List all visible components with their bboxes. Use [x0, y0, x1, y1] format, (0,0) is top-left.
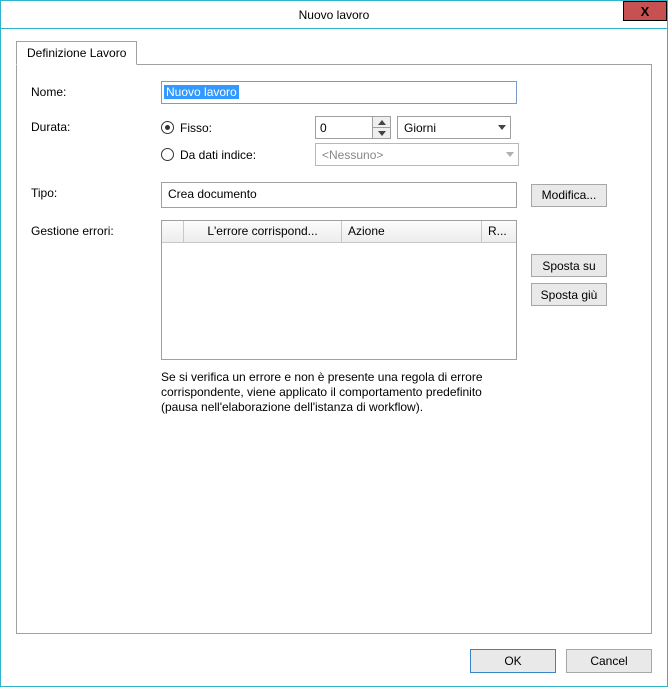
radio-index[interactable]	[161, 148, 174, 161]
move-up-button[interactable]: Sposta su	[531, 254, 607, 277]
type-label: Tipo:	[31, 182, 161, 200]
cancel-button[interactable]: Cancel	[566, 649, 652, 673]
dialog-footer: OK Cancel	[470, 649, 652, 673]
grid-body	[162, 243, 516, 359]
type-value: Crea documento	[168, 187, 257, 201]
name-input[interactable]: Nuovo lavoro	[161, 81, 517, 104]
duration-index-select: <Nessuno>	[315, 143, 519, 166]
grid-col-blank[interactable]	[162, 221, 184, 242]
window-title: Nuovo lavoro	[299, 8, 370, 22]
duration-value-input[interactable]	[316, 117, 372, 138]
radio-fixed[interactable]	[161, 121, 174, 134]
row-errors: Gestione errori: L'errore corrispond... …	[31, 220, 637, 415]
tab-definition[interactable]: Definizione Lavoro	[16, 41, 137, 65]
grid-col-r[interactable]: R...	[482, 221, 516, 242]
ok-button[interactable]: OK	[470, 649, 556, 673]
duration-label: Durata:	[31, 116, 161, 134]
name-label: Nome:	[31, 81, 161, 99]
row-duration: Durata: Fisso:	[31, 116, 637, 139]
row-duration-index: Da dati indice: <Nessuno>	[161, 143, 637, 166]
chevron-down-icon	[494, 125, 510, 130]
spinner-down[interactable]	[373, 128, 390, 138]
row-type: Tipo: Crea documento Modifica...	[31, 182, 637, 208]
row-name: Nome: Nuovo lavoro	[31, 81, 637, 104]
tab-label: Definizione Lavoro	[27, 46, 126, 60]
grid-col-match[interactable]: L'errore corrispond...	[184, 221, 342, 242]
errors-label: Gestione errori:	[31, 220, 161, 238]
duration-unit-value: Giorni	[398, 119, 494, 137]
modify-button[interactable]: Modifica...	[531, 184, 607, 207]
duration-value-spinner[interactable]	[315, 116, 391, 139]
duration-fixed-label: Fisso:	[180, 121, 212, 135]
duration-index-value: <Nessuno>	[316, 146, 502, 164]
errors-grid[interactable]: L'errore corrispond... Azione R...	[161, 220, 517, 360]
errors-help-text: Se si verifica un errore e non è present…	[161, 370, 517, 415]
close-button[interactable]: X	[623, 1, 667, 21]
duration-index-option[interactable]: Da dati indice:	[161, 148, 309, 162]
chevron-down-icon	[378, 131, 386, 136]
titlebar: Nuovo lavoro X	[1, 1, 667, 29]
duration-unit-select[interactable]: Giorni	[397, 116, 511, 139]
dialog-window: Nuovo lavoro X Definizione Lavoro Nome: …	[0, 0, 668, 687]
type-display: Crea documento	[161, 182, 517, 208]
duration-index-label: Da dati indice:	[180, 148, 256, 162]
duration-fixed-option[interactable]: Fisso:	[161, 121, 309, 135]
close-icon: X	[641, 4, 650, 19]
move-down-button[interactable]: Sposta giù	[531, 283, 607, 306]
tab-container: Definizione Lavoro Nome: Nuovo lavoro Du…	[16, 40, 652, 634]
chevron-down-icon	[502, 152, 518, 157]
grid-header: L'errore corrispond... Azione R...	[162, 221, 516, 243]
client-area: Definizione Lavoro Nome: Nuovo lavoro Du…	[2, 30, 666, 685]
name-input-value: Nuovo lavoro	[164, 85, 239, 99]
chevron-up-icon	[378, 120, 386, 125]
grid-col-action[interactable]: Azione	[342, 221, 482, 242]
tab-body: Nome: Nuovo lavoro Durata: Fisso:	[16, 64, 652, 634]
spinner-up[interactable]	[373, 117, 390, 128]
